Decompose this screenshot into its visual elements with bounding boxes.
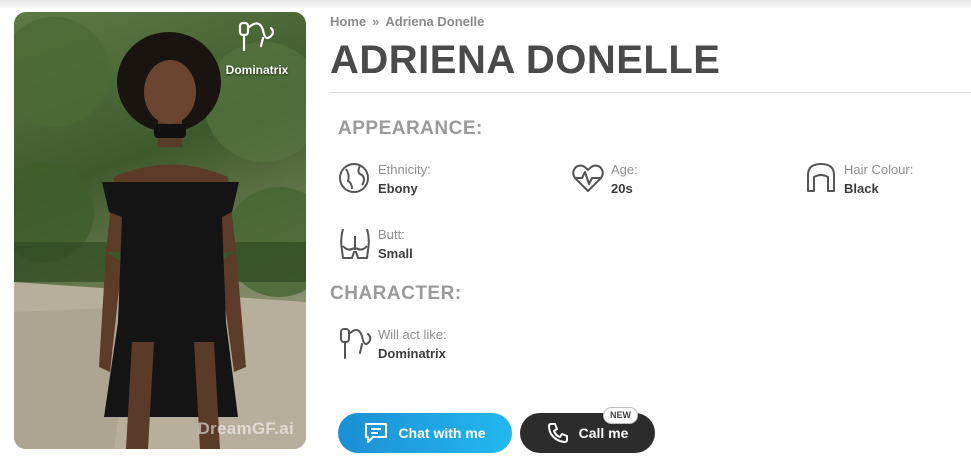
new-badge: NEW: [603, 407, 638, 424]
breadcrumb: Home » Adriena Donelle: [330, 14, 484, 29]
butt-icon: [338, 226, 372, 260]
top-shadow-bar: [0, 0, 971, 8]
attr-ethnicity: Ethnicity: Ebony: [338, 161, 431, 199]
age-value: 20s: [611, 181, 633, 196]
appearance-heading: APPEARANCE:: [338, 118, 483, 139]
attr-acts-like: Will act like: Dominatrix: [338, 326, 447, 364]
heart-pulse-icon: [571, 161, 605, 195]
page-title: ADRIENA DONELLE: [330, 38, 721, 82]
personality-badge: Dominatrix: [218, 20, 296, 79]
butt-value: Small: [378, 246, 413, 261]
badge-label: Dominatrix: [225, 63, 289, 77]
chat-icon: [364, 422, 388, 444]
attr-hair-colour: Hair Colour: Black: [804, 161, 913, 199]
chat-button-label: Chat with me: [398, 425, 486, 441]
ethnicity-value: Ebony: [378, 181, 418, 196]
breadcrumb-separator: »: [372, 14, 380, 29]
attr-age: Age: 20s: [571, 161, 638, 199]
attr-butt: Butt: Small: [338, 226, 413, 264]
title-divider: [330, 92, 971, 93]
breadcrumb-current: Adriena Donelle: [385, 14, 485, 29]
hair-icon: [804, 161, 838, 195]
hair-colour-label: Hair Colour:: [844, 162, 914, 177]
chat-button[interactable]: Chat with me: [338, 413, 512, 453]
acts-like-value: Dominatrix: [378, 346, 446, 361]
call-button-label: Call me: [578, 425, 629, 441]
phone-icon: [547, 422, 569, 444]
watermark: DreamGF.ai: [197, 419, 294, 438]
breadcrumb-home-link[interactable]: Home: [330, 14, 366, 29]
whip-icon: [218, 20, 296, 59]
acts-like-label: Will act like:: [378, 327, 447, 342]
whip-icon: [338, 326, 372, 360]
butt-label: Butt:: [378, 227, 405, 242]
character-heading: CHARACTER:: [330, 283, 462, 304]
age-label: Age:: [611, 162, 638, 177]
ethnicity-label: Ethnicity:: [378, 162, 431, 177]
profile-photo[interactable]: Dominatrix DreamGF.ai: [14, 12, 306, 449]
hair-colour-value: Black: [844, 181, 879, 196]
globe-icon: [338, 161, 372, 195]
